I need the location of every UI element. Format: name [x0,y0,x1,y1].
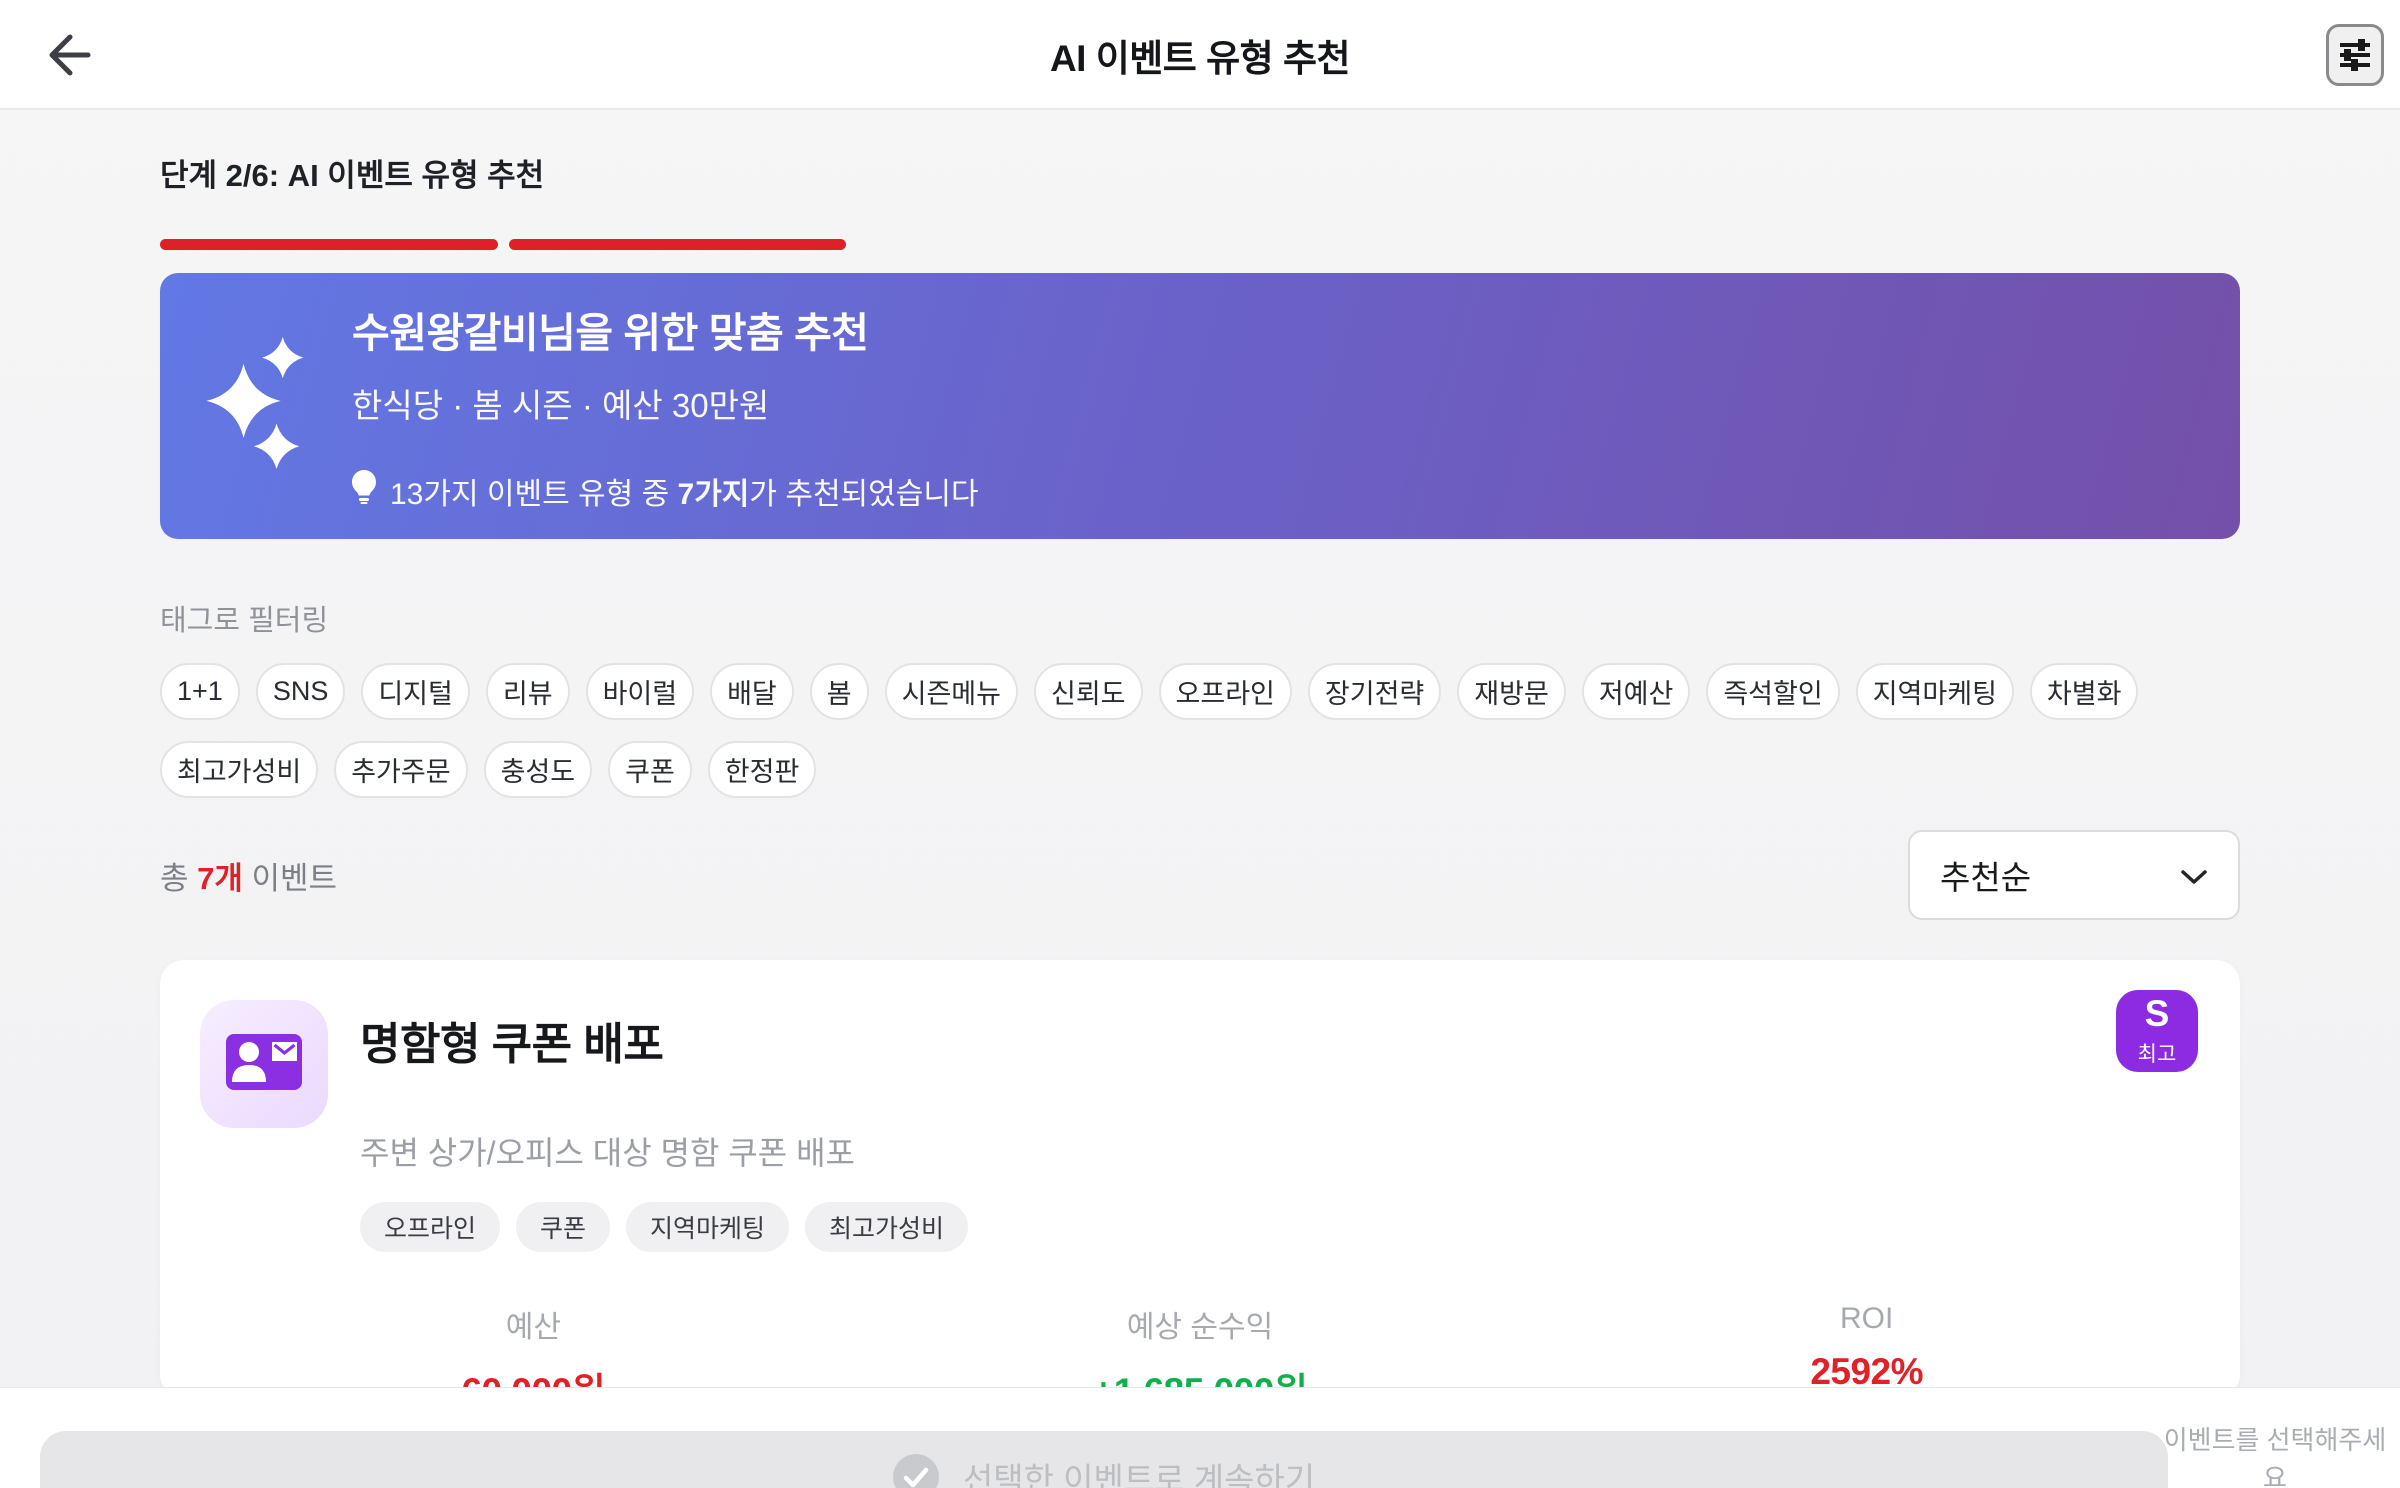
stat-label: 예산 [505,1311,561,1344]
filter-chip[interactable]: 지역마케팅 [1855,663,2014,720]
progress-segment [1554,239,1892,250]
chevron-down-icon [2180,856,2208,894]
event-icon-tile [200,1000,328,1128]
sort-selected-value: 추천순 [1940,859,2032,896]
event-card-content: 명함형 쿠폰 배포 주변 상가/오피스 대상 명함 쿠폰 배포 오프라인 쿠폰 지역… [360,1000,969,1252]
filter-chip[interactable]: SNS [255,663,346,720]
filter-chip[interactable]: 바이럴 [585,663,695,720]
selection-hint: 이벤트를 선택해주세요 [2163,1425,2387,1488]
filter-chip[interactable]: 디지털 [361,663,470,720]
sort-select[interactable]: 추천순 [1908,830,2240,920]
event-title: 명함형 쿠폰 배포 [360,1020,664,1069]
filter-chip[interactable]: 봄 [809,663,869,720]
banner-text: 수원왕갈비님을 위한 맞춤 추천 한식당 · 봄 시즌 · 예산 30만원 13… [352,299,979,513]
progress-segment [1206,239,1544,250]
filter-chip[interactable]: 쿠폰 [608,741,692,798]
step-label: 단계 2/6: AI 이벤트 유형 추천 [160,158,545,193]
event-count: 총 7개 이벤트 [160,860,338,896]
event-card[interactable]: 명함형 쿠폰 배포 주변 상가/오피스 대상 명함 쿠폰 배포 오프라인 쿠폰 지역… [160,960,2240,1412]
grade-badge: S 최고 [2116,990,2198,1072]
sparkles-icon [206,336,310,476]
filter-chip[interactable]: 차별화 [2029,663,2139,720]
filter-chip[interactable]: 배달 [710,663,794,720]
bottom-bar: 선택한 이벤트로 계속하기 이벤트를 선택해주세요 [0,1387,2400,1488]
grade-label: 최고 [2137,1042,2177,1066]
stat-label: ROI [1840,1302,1894,1335]
event-tag: 지역마케팅 [626,1202,790,1252]
filter-chip[interactable]: 1+1 [160,663,240,720]
banner-info: 13가지 이벤트 유형 중 7가지가 추천되었습니다 [352,469,979,513]
banner-title: 수원왕갈비님을 위한 맞춤 추천 [352,310,869,356]
check-circle-icon [892,1454,939,1488]
banner-subtitle: 한식당 · 봄 시즌 · 예산 30만원 [352,387,770,424]
filter-chip[interactable]: 리뷰 [485,663,570,720]
filter-section-label: 태그로 필터링 [160,605,329,637]
progress-segment [857,239,1195,250]
event-card-main: 명함형 쿠폰 배포 주변 상가/오피스 대상 명함 쿠폰 배포 오프라인 쿠폰 지역… [200,1000,2200,1252]
page-title: AI 이벤트 유형 추천 [1049,38,1351,79]
event-tag: 쿠폰 [516,1202,611,1252]
filter-chip[interactable]: 즉석할인 [1706,663,1840,720]
progress-segment [508,239,846,250]
grade-letter: S [2144,992,2170,1034]
filter-settings-button[interactable] [2326,24,2384,86]
progress-segment [160,239,498,250]
event-count-number: 7개 [197,860,243,896]
main-content: 단계 2/6: AI 이벤트 유형 추천 수원왕갈비님을 위한 맞춤 추천 한식… [0,112,2400,1488]
continue-button-label: 선택한 이벤트로 계속하기 [962,1461,1316,1488]
filter-chip[interactable]: 추가주문 [334,741,468,798]
stat-label: 예상 순수익 [1126,1311,1274,1344]
header: AI 이벤트 유형 추천 [0,0,2400,110]
banner-info-count: 7가지 [677,478,750,511]
lightbulb-icon [352,470,376,512]
progress-track [160,239,2240,250]
event-tags: 오프라인 쿠폰 지역마케팅 최고가성비 [360,1202,969,1252]
event-description: 주변 상가/오피스 대상 명함 쿠폰 배포 [360,1135,855,1171]
filter-chips: 1+1 SNS 디지털 리뷰 바이럴 배달 봄 시즌메뉴 신뢰도 오프라인 장기전략 재방문 저예산 즉석… [160,663,2240,798]
sliders-icon [2337,36,2373,75]
filter-chip[interactable]: 저예산 [1581,663,1691,720]
filter-chip[interactable]: 장기전략 [1307,663,1442,720]
filter-chip[interactable]: 오프라인 [1158,663,1292,720]
filter-chip[interactable]: 재방문 [1457,663,1566,720]
filter-chip[interactable]: 한정판 [707,741,817,798]
results-row: 총 7개 이벤트 추천순 [160,830,2240,920]
filter-chip[interactable]: 최고가성비 [160,741,319,798]
filter-chip[interactable]: 신뢰도 [1034,663,1143,720]
event-tag: 최고가성비 [805,1202,969,1252]
progress-segment [1903,239,2241,250]
contact-card-icon [226,1033,302,1095]
filter-chip[interactable]: 시즌메뉴 [884,663,1018,720]
event-tag: 오프라인 [360,1202,501,1252]
banner-info-text: 13가지 이벤트 유형 중 7가지가 추천되었습니다 [390,478,979,511]
filter-chip[interactable]: 충성도 [483,741,593,798]
recommendation-banner: 수원왕갈비님을 위한 맞춤 추천 한식당 · 봄 시즌 · 예산 30만원 13… [160,273,2240,539]
continue-button[interactable]: 선택한 이벤트로 계속하기 [40,1431,2168,1488]
